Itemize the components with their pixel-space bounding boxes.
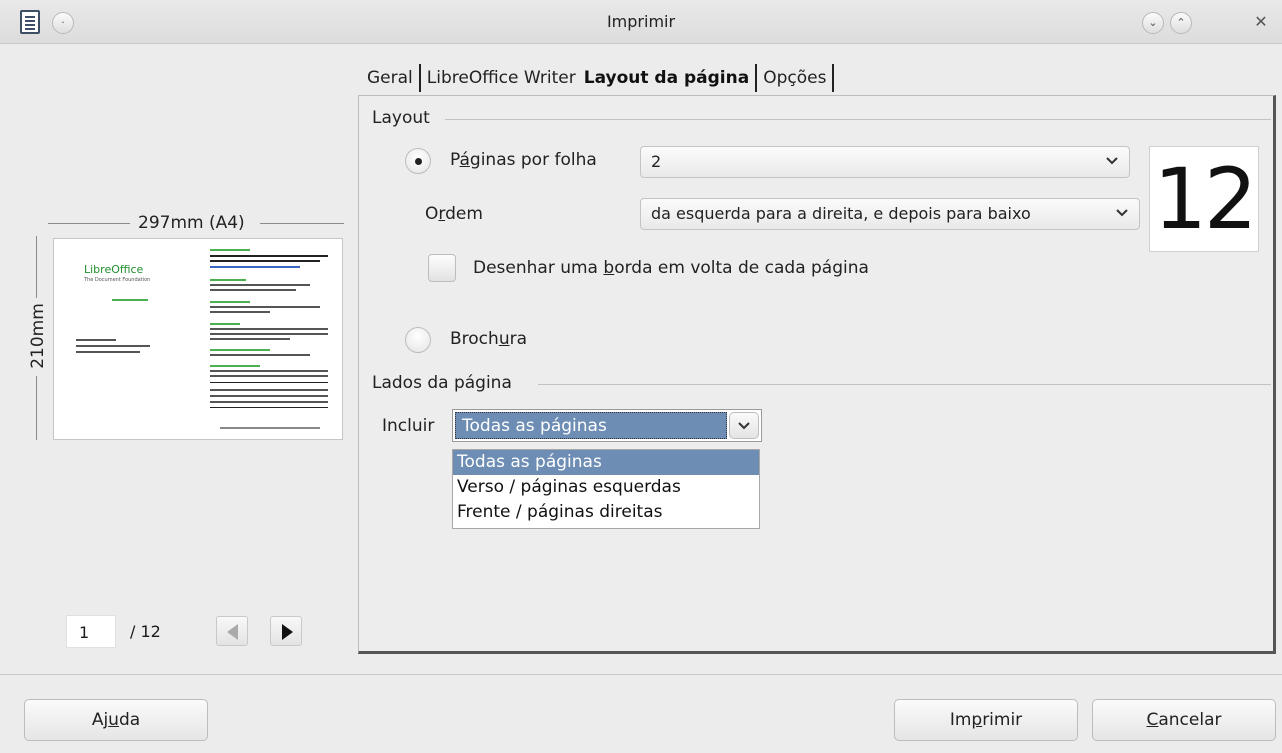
tab-bar: Geral LibreOffice Writer Layout da págin… bbox=[363, 62, 836, 94]
tab-opcoes[interactable]: Opções bbox=[759, 64, 830, 92]
include-select[interactable]: Todas as páginas bbox=[452, 409, 762, 442]
close-icon[interactable]: ✕ bbox=[1250, 12, 1272, 34]
draw-border-checkbox[interactable] bbox=[428, 254, 456, 282]
print-preview: LibreOffice The Document Foundation bbox=[53, 238, 343, 440]
paper-size-label: 297mm (A4) bbox=[138, 213, 245, 233]
pages-per-sheet-label: Páginas por folha bbox=[450, 150, 597, 170]
brochure-label: Brochura bbox=[450, 329, 528, 349]
brochure-radio[interactable] bbox=[405, 327, 431, 353]
paper-height-label: 210mm bbox=[28, 303, 48, 369]
include-option[interactable]: Todas as páginas bbox=[453, 450, 759, 475]
help-button[interactable]: Ajuda bbox=[24, 699, 208, 741]
next-page-button[interactable] bbox=[270, 616, 302, 646]
tab-geral[interactable]: Geral bbox=[363, 64, 417, 92]
tab-libreoffice-writer[interactable]: LibreOffice Writer bbox=[423, 64, 580, 92]
include-label: Incluir bbox=[382, 416, 435, 436]
draw-border-label: Desenhar uma borda em volta de cada pági… bbox=[473, 258, 869, 278]
include-dropdown-list: Todas as páginas Verso / páginas esquerd… bbox=[452, 449, 760, 529]
libreoffice-logo: LibreOffice The Document Foundation bbox=[84, 263, 151, 283]
cancel-button[interactable]: Cancelar bbox=[1092, 699, 1276, 741]
include-selected-value: Todas as páginas bbox=[455, 412, 727, 439]
page-total-label: / 12 bbox=[130, 622, 161, 641]
chevron-down-icon[interactable] bbox=[729, 412, 759, 439]
chevron-down-icon bbox=[1115, 199, 1131, 229]
pages-count-preview: 12 bbox=[1149, 146, 1259, 252]
layout-group-title: Layout bbox=[372, 108, 430, 128]
include-option[interactable]: Verso / páginas esquerdas bbox=[453, 475, 759, 500]
order-label: Ordem bbox=[425, 204, 483, 224]
minimize-icon[interactable]: ⌄ bbox=[1142, 12, 1164, 34]
title-bar: · Imprimir ⌄ ⌃ ✕ bbox=[0, 0, 1282, 44]
page-number-input[interactable]: 1 bbox=[66, 615, 116, 648]
include-option[interactable]: Frente / páginas direitas bbox=[453, 500, 759, 525]
window-title: Imprimir bbox=[606, 12, 676, 31]
order-select[interactable]: da esquerda para a direita, e depois par… bbox=[640, 198, 1140, 230]
print-button[interactable]: Imprimir bbox=[894, 699, 1078, 741]
page-sides-group-title: Lados da página bbox=[372, 373, 512, 393]
pages-per-sheet-select[interactable]: 2 bbox=[640, 146, 1130, 178]
arrow-right-icon bbox=[282, 624, 293, 640]
maximize-icon[interactable]: ⌃ bbox=[1170, 12, 1192, 34]
arrow-left-icon bbox=[227, 624, 238, 640]
tab-layout-da-pagina[interactable]: Layout da página bbox=[580, 64, 753, 92]
chevron-down-icon bbox=[1105, 147, 1121, 177]
paper-height-indicator: 210mm bbox=[24, 236, 48, 440]
previous-page-button[interactable] bbox=[216, 616, 248, 646]
pages-per-sheet-radio[interactable] bbox=[405, 148, 431, 174]
paper-width-indicator: 297mm (A4) bbox=[48, 213, 344, 233]
